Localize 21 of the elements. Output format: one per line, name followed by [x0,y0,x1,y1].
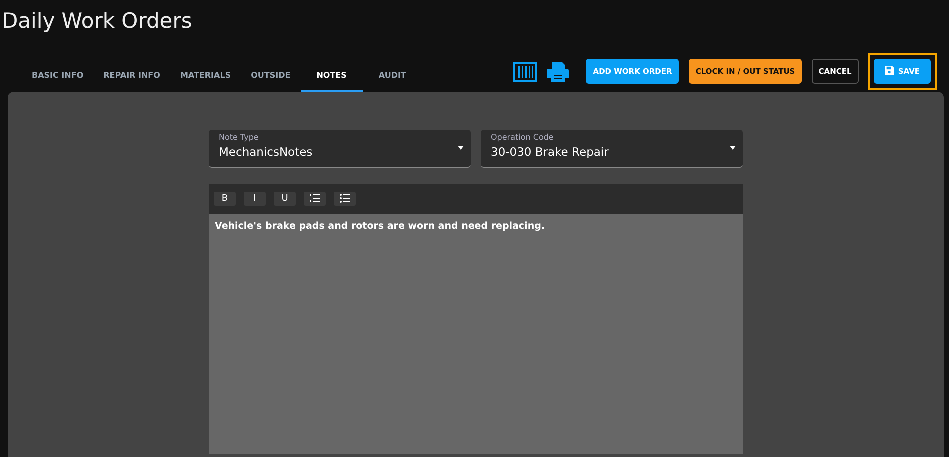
list-button[interactable] [304,192,326,206]
dropdown-caret-icon [730,146,736,150]
tab[interactable]: REPAIR INFO [94,62,170,92]
tab[interactable]: MATERIALS [170,62,242,92]
bullet-list-icon [340,194,350,204]
tab[interactable]: OUTSIDE [241,62,301,92]
printer-icon[interactable] [546,60,569,82]
format-button[interactable]: U [274,192,296,206]
page-title: Daily Work Orders [1,8,194,35]
dropdown-caret-icon [458,146,464,150]
format-button[interactable]: B [214,192,236,206]
barcode-icon[interactable] [513,62,538,82]
list-button[interactable] [334,192,356,206]
save-icon [885,66,894,75]
ordered-list-icon [310,194,320,204]
select-field[interactable]: Operation Code 30-030 Brake Repair [481,130,743,168]
tab[interactable]: BASIC INFO [22,62,94,92]
format-button[interactable]: I [244,192,266,206]
note-text-area[interactable]: Vehicle's brake pads and rotors are worn and need replacing. [209,214,743,454]
tab[interactable]: AUDIT [368,62,416,92]
select-field[interactable]: Note Type MechanicsNotes [209,130,471,168]
